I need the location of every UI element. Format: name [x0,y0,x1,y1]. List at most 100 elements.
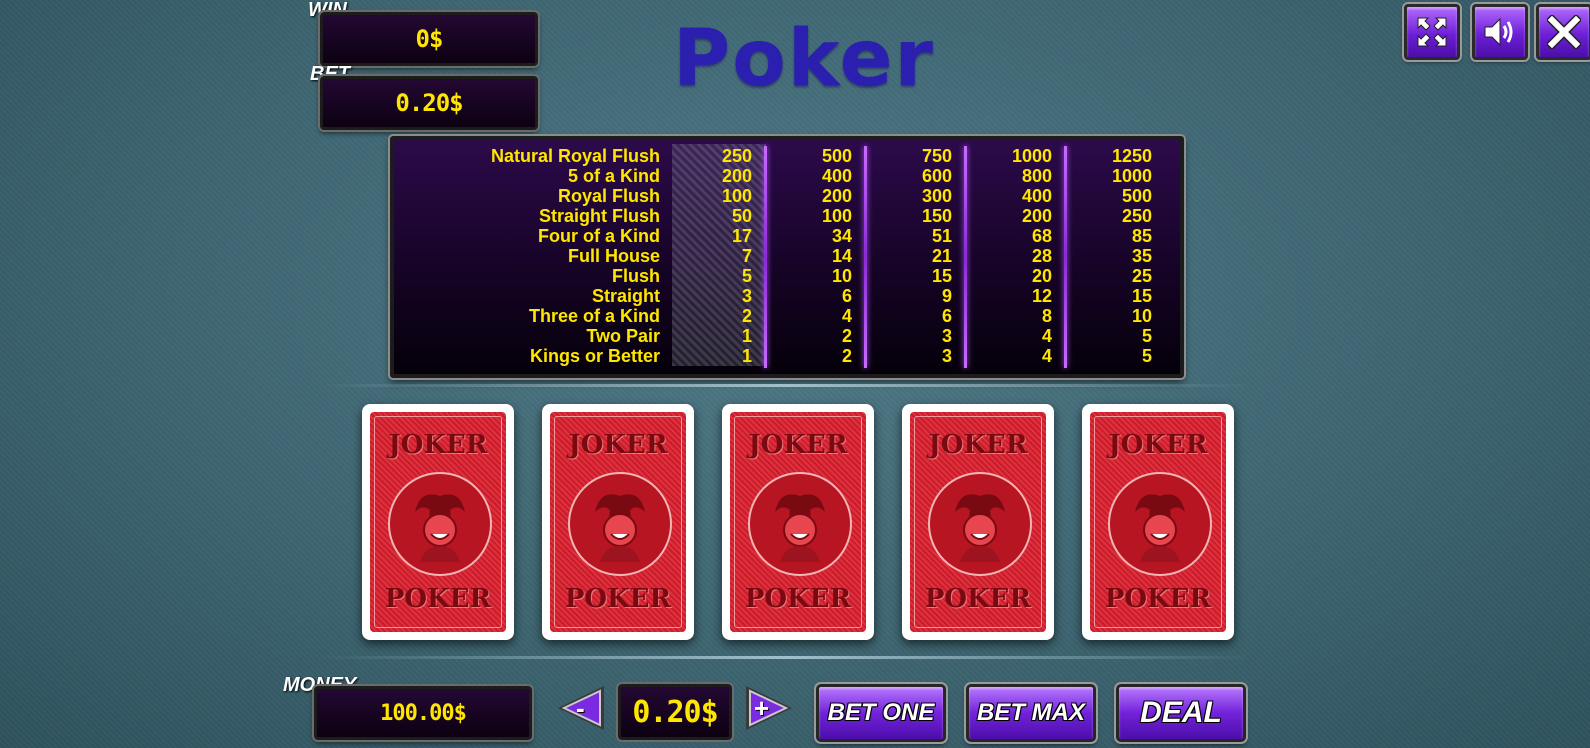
payout-value: 2 [741,306,752,326]
decrease-bet-button[interactable]: - [556,684,608,732]
payout-value: 17 [731,226,752,246]
hand-name: Natural Royal Flush [490,146,660,166]
payout-value: 15 [1131,286,1152,306]
card-back: JOKER POKER [550,412,686,632]
payout-value: 28 [1031,246,1052,266]
win-value: 0$ [415,25,444,53]
hand-name: 5 of a Kind [567,166,660,186]
bet-max-button[interactable]: BET MAX [964,682,1098,744]
payout-value: 4 [841,306,852,326]
bet-one-button[interactable]: BET ONE [814,682,948,744]
paytable: Natural Royal Flush 5 of a Kind Royal Fl… [388,134,1186,380]
hand-name: Flush [612,266,660,286]
payout-value: 3 [941,346,952,366]
payout-value: 51 [931,226,952,246]
payout-value: 25 [1131,266,1152,286]
payout-column-3: 750 600 300 150 51 21 15 9 6 3 3 [866,146,962,366]
payout-value: 200 [1021,206,1052,226]
payout-value: 5 [1141,346,1152,366]
close-button[interactable] [1534,2,1590,62]
payout-value: 1000 [1011,146,1052,166]
card-bottom-text: POKER [924,584,1032,614]
fullscreen-button[interactable] [1402,2,1462,62]
payout-value: 250 [1121,206,1152,226]
card-5[interactable]: JOKER POKER [1082,404,1234,640]
money-value: 100.00$ [380,700,467,726]
card-top-text: JOKER [388,430,488,460]
card-top-text: JOKER [928,430,1028,460]
payout-value: 750 [921,146,952,166]
payout-value: 8 [1041,306,1052,326]
divider-bottom [320,656,1250,659]
card-back: JOKER POKER [910,412,1046,632]
game-title: Poker [673,14,935,104]
bet-amount-value: 0.20$ [632,694,718,730]
payout-value: 5 [741,266,752,286]
sound-button[interactable] [1470,2,1530,62]
payout-value: 50 [731,206,752,226]
payout-column-1: 250 200 100 50 17 7 5 3 2 1 1 [666,146,762,366]
card-2[interactable]: JOKER POKER [542,404,694,640]
hand-name: Straight Flush [539,206,660,226]
payout-value: 1000 [1111,166,1152,186]
payout-value: 4 [1041,326,1052,346]
payout-value: 10 [1131,306,1152,326]
card-3[interactable]: JOKER POKER [722,404,874,640]
payout-value: 21 [931,246,952,266]
payout-value: 9 [941,286,952,306]
payout-value: 300 [921,186,952,206]
payout-value: 6 [941,306,952,326]
hand-name: Kings or Better [529,346,660,366]
joker-icon [388,472,492,576]
money-display: 100.00$ [312,684,534,742]
payout-value: 250 [721,146,752,166]
card-top-text: JOKER [568,430,668,460]
bet-value: 0.20$ [395,89,463,117]
speaker-icon [1484,17,1513,47]
payout-value: 12 [1031,286,1052,306]
payout-column-4: 1000 800 400 200 68 28 20 12 8 4 4 [966,146,1062,366]
payout-value: 200 [821,186,852,206]
win-display: 0$ [318,10,540,68]
joker-icon [928,472,1032,576]
increase-bet-button[interactable]: + [742,684,794,732]
hand-name: Royal Flush [557,186,660,206]
card-1[interactable]: JOKER POKER [362,404,514,640]
joker-icon [568,472,672,576]
paytable-hand-names: Natural Royal Flush 5 of a Kind Royal Fl… [394,146,666,366]
payout-value: 100 [721,186,752,206]
payout-value: 1 [741,346,752,366]
payout-value: 2 [841,326,852,346]
payout-value: 400 [1021,186,1052,206]
payout-value: 4 [1041,346,1052,366]
payout-value: 1250 [1111,146,1152,166]
payout-value: 68 [1031,226,1052,246]
payout-value: 35 [1131,246,1152,266]
hand-name: Full House [567,246,660,266]
hand-name: Three of a Kind [528,306,660,326]
hand-name: Four of a Kind [538,226,660,246]
deal-button[interactable]: DEAL [1114,682,1248,744]
close-icon [1547,15,1581,49]
divider-top [320,384,1250,387]
payout-value: 3 [941,326,952,346]
payout-value: 150 [921,206,952,226]
payout-value: 500 [821,146,852,166]
hand-name: Straight [591,286,660,306]
payout-value: 600 [921,166,952,186]
decrease-label: - [576,693,585,723]
payout-value: 34 [831,226,852,246]
card-4[interactable]: JOKER POKER [902,404,1054,640]
card-top-text: JOKER [748,430,848,460]
hand-name: Two Pair [586,326,660,346]
payout-value: 200 [721,166,752,186]
payout-value: 10 [831,266,852,286]
card-bottom-text: POKER [1104,584,1212,614]
payout-value: 7 [741,246,752,266]
payout-value: 500 [1121,186,1152,206]
card-bottom-text: POKER [384,584,492,614]
card-top-text: JOKER [1108,430,1208,460]
payout-value: 1 [741,326,752,346]
joker-icon [1108,472,1212,576]
payout-value: 800 [1021,166,1052,186]
